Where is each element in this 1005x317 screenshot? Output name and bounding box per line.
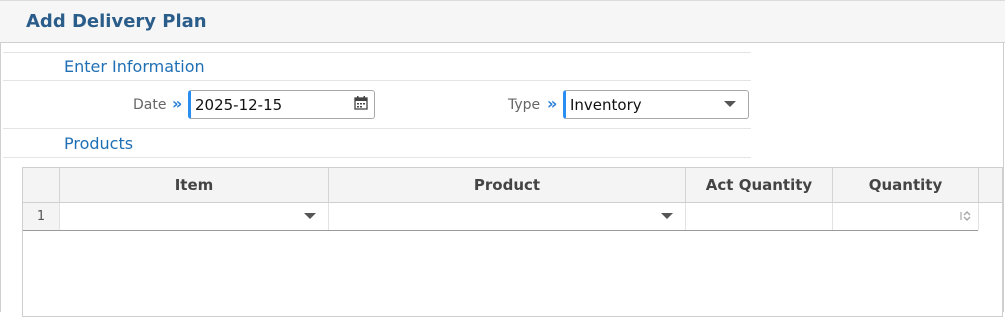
date-arrow-icon: »	[172, 94, 182, 113]
row-number: 1	[23, 203, 60, 230]
row-number-header	[23, 168, 60, 202]
product-cell[interactable]	[329, 203, 686, 230]
grid-header: Item Product Act Quantity Quantity	[23, 168, 1002, 203]
section-title-products: Products	[64, 134, 134, 153]
chevron-down-icon[interactable]	[304, 213, 316, 219]
quantity-cell[interactable]	[833, 203, 979, 230]
chevron-down-icon[interactable]	[661, 213, 673, 219]
type-label: Type	[508, 97, 541, 113]
column-header-product[interactable]: Product	[329, 168, 686, 202]
column-header-item[interactable]: Item	[60, 168, 329, 202]
item-cell[interactable]	[60, 203, 329, 230]
section-divider	[3, 80, 751, 81]
type-select[interactable]: Inventory	[563, 90, 749, 119]
section-title-enter-information: Enter Information	[64, 57, 205, 76]
date-value: 2025-12-15	[195, 96, 283, 114]
act-quantity-cell[interactable]	[686, 203, 833, 230]
calendar-icon[interactable]	[354, 96, 368, 110]
date-label: Date	[133, 97, 167, 113]
section-divider	[3, 128, 751, 129]
column-header-quantity[interactable]: Quantity	[833, 168, 979, 202]
page-title: Add Delivery Plan	[26, 11, 207, 32]
section-divider	[3, 52, 751, 53]
type-value: Inventory	[570, 96, 642, 114]
page-header: Add Delivery Plan	[0, 0, 1005, 43]
spinner-icon[interactable]	[960, 209, 972, 223]
products-grid: Item Product Act Quantity Quantity 1	[22, 167, 1003, 317]
section-divider	[3, 157, 751, 158]
date-field[interactable]: 2025-12-15	[188, 90, 375, 119]
column-header-act-quantity[interactable]: Act Quantity	[686, 168, 833, 202]
table-row: 1	[23, 203, 979, 231]
type-arrow-icon: »	[547, 94, 557, 113]
chevron-down-icon[interactable]	[724, 101, 736, 107]
